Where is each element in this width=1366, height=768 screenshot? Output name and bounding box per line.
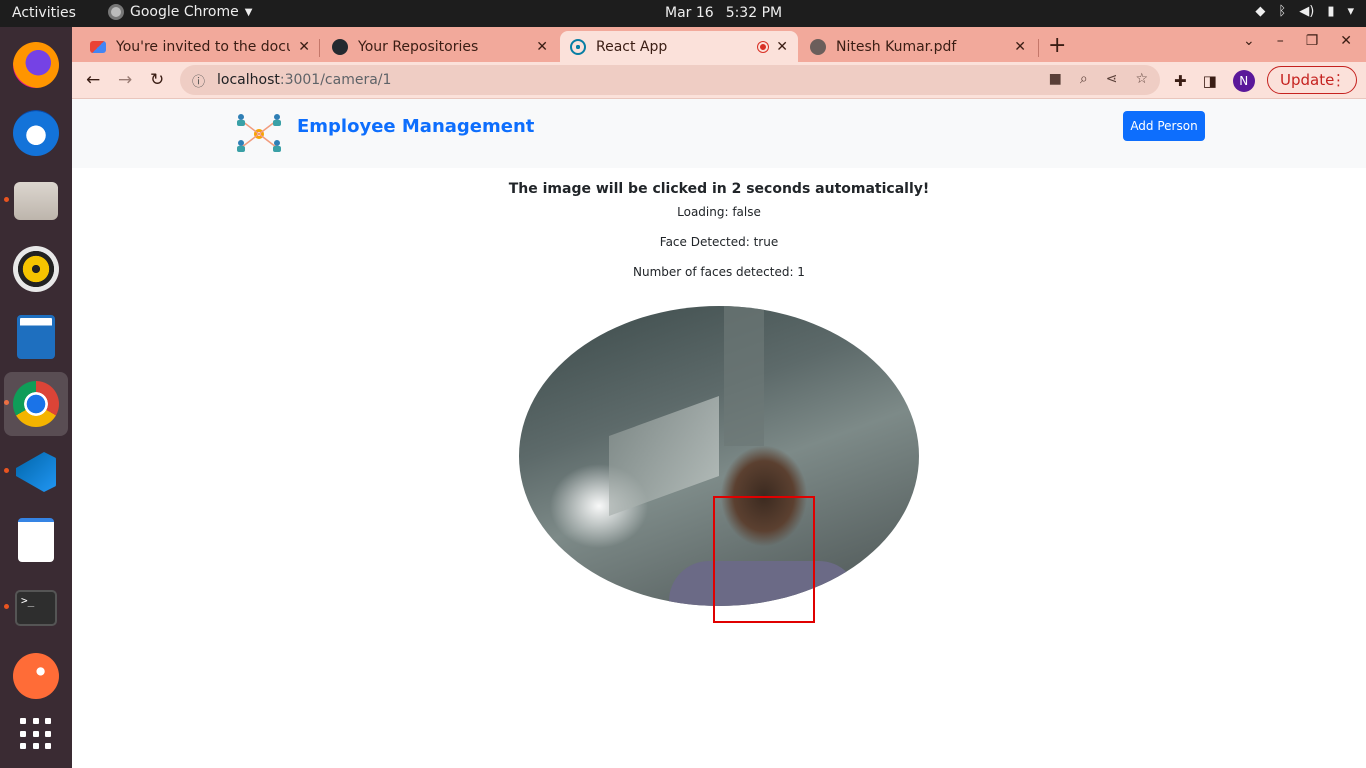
zoom-icon[interactable]: ⌕ <box>1080 71 1088 87</box>
forward-icon[interactable]: → <box>118 70 132 90</box>
rhythmbox-launcher[interactable] <box>4 237 68 301</box>
site-info-icon[interactable]: ⓘ <box>192 71 205 90</box>
show-apps-icon <box>20 718 52 750</box>
tab-gmail[interactable]: You're invited to the docu ✕ <box>80 31 320 62</box>
close-icon[interactable]: ✕ <box>298 39 310 55</box>
rhythmbox-icon <box>13 246 59 292</box>
bluetooth-icon: ᛒ <box>1278 4 1287 19</box>
vscode-icon <box>16 452 56 492</box>
clock[interactable]: Mar 16 5:32 PM <box>665 5 794 21</box>
omnibox-actions: ■ ⌕ ⋖ ☆ <box>1049 71 1148 87</box>
firefox-icon <box>13 42 59 88</box>
postman-launcher[interactable] <box>4 644 68 708</box>
chrome-icon <box>13 381 59 427</box>
firefox-launcher[interactable] <box>4 33 68 97</box>
battery-icon: ▮ <box>1327 4 1335 19</box>
close-icon[interactable]: ✕ <box>776 39 788 55</box>
terminal-launcher[interactable]: >_ <box>4 576 68 640</box>
dock: >_ <box>0 27 72 768</box>
face-detected-status: Face Detected: true <box>659 235 779 249</box>
side-panel-icon[interactable]: ◨ <box>1203 72 1217 90</box>
libreoffice-writer-icon <box>17 315 55 359</box>
background-ceiling <box>609 395 719 517</box>
new-tab-button[interactable]: + <box>1048 33 1066 58</box>
clock-date: Mar 16 <box>665 5 714 21</box>
show-apps-launcher[interactable] <box>4 702 68 766</box>
system-tray[interactable]: ◆ ᛒ ◀) ▮ ▾ <box>1255 4 1354 19</box>
tab-separator <box>1038 39 1039 57</box>
brand-title[interactable]: Employee Management <box>297 116 534 137</box>
update-button[interactable]: Update ⋮ <box>1267 66 1357 94</box>
close-window-icon[interactable]: ✕ <box>1340 33 1352 49</box>
face-count-status: Number of faces detected: 1 <box>633 265 805 279</box>
update-label: Update <box>1280 71 1335 89</box>
back-icon[interactable]: ← <box>86 70 100 90</box>
close-icon[interactable]: ✕ <box>536 39 548 55</box>
activities-button[interactable]: Activities <box>12 5 76 21</box>
network-people-logo[interactable] <box>234 113 284 155</box>
face-detection-box <box>713 496 815 623</box>
tab-title: You're invited to the docu <box>116 38 291 55</box>
text-editor-launcher[interactable] <box>4 508 68 572</box>
share-icon[interactable]: ⋖ <box>1106 71 1118 87</box>
tab-pdf[interactable]: Nitesh Kumar.pdf ✕ <box>800 31 1036 62</box>
close-icon[interactable]: ✕ <box>1014 39 1026 55</box>
caret-down-icon: ▼ <box>244 6 253 18</box>
tab-strip: You're invited to the docu ✕ Your Reposi… <box>72 27 1366 62</box>
globe-icon <box>810 38 826 55</box>
url-host: localhost <box>217 72 280 88</box>
tab-separator <box>319 39 320 57</box>
address-bar[interactable]: ⓘ localhost:3001/camera/1 ■ ⌕ ⋖ ☆ <box>180 65 1160 95</box>
more-menu-icon[interactable]: ⋮ <box>1331 71 1346 89</box>
tab-react-app[interactable]: React App ✕ <box>560 31 798 62</box>
capture-heading: The image will be clicked in 2 seconds a… <box>508 181 930 197</box>
github-icon <box>332 38 348 55</box>
writer-launcher[interactable] <box>4 305 68 369</box>
clock-time: 5:32 PM <box>725 5 783 21</box>
text-editor-icon <box>18 518 54 562</box>
window-controls: ⌄ – ❐ ✕ <box>1243 33 1352 49</box>
chrome-app-icon <box>108 4 124 20</box>
reload-icon[interactable]: ↻ <box>150 70 164 90</box>
thunderbird-icon <box>13 110 59 156</box>
browser-toolbar: ← → ↻ ⓘ localhost:3001/camera/1 ■ ⌕ ⋖ ☆ … <box>72 62 1366 99</box>
profile-avatar[interactable]: N <box>1232 70 1255 92</box>
minimize-icon[interactable]: – <box>1277 33 1284 49</box>
wifi-icon: ◆ <box>1255 4 1266 19</box>
caret-down-icon: ▾ <box>1347 4 1354 19</box>
url-path: :3001/camera/1 <box>279 72 392 88</box>
tab-title: Your Repositories <box>358 38 479 55</box>
volume-icon: ◀) <box>1299 4 1315 19</box>
files-icon <box>14 182 58 220</box>
bookmark-star-icon[interactable]: ☆ <box>1135 71 1148 87</box>
gmail-icon <box>90 40 106 53</box>
chrome-launcher[interactable] <box>4 372 68 436</box>
system-top-bar: Activities Google Chrome ▼ Mar 16 5:32 PM… <box>0 0 1366 27</box>
maximize-icon[interactable]: ❐ <box>1306 33 1319 49</box>
tab-github[interactable]: Your Repositories ✕ <box>322 31 558 62</box>
extensions-icon[interactable]: ✚ <box>1174 72 1187 90</box>
vscode-launcher[interactable] <box>4 440 68 504</box>
app-menu[interactable]: Google Chrome ▼ <box>108 4 252 20</box>
tab-search-icon[interactable]: ⌄ <box>1243 33 1255 49</box>
terminal-icon: >_ <box>15 590 57 626</box>
loading-status: Loading: false <box>677 205 761 219</box>
background-pillar <box>724 306 764 446</box>
page-content: Employee Management Add Person The image… <box>72 99 1366 768</box>
add-person-button[interactable]: Add Person <box>1123 111 1205 141</box>
tab-title: React App <box>596 38 668 55</box>
files-launcher[interactable] <box>4 169 68 233</box>
react-icon <box>570 38 586 55</box>
thunderbird-launcher[interactable] <box>4 101 68 165</box>
app-navbar: Employee Management Add Person <box>72 99 1366 168</box>
camera-in-use-icon[interactable]: ■ <box>1049 71 1062 87</box>
toolbar-right: ✚ ◨ N <box>1174 70 1255 92</box>
postman-icon <box>13 653 59 699</box>
tab-title: Nitesh Kumar.pdf <box>836 38 957 55</box>
app-menu-label: Google Chrome <box>130 4 239 20</box>
recording-icon <box>758 41 769 52</box>
